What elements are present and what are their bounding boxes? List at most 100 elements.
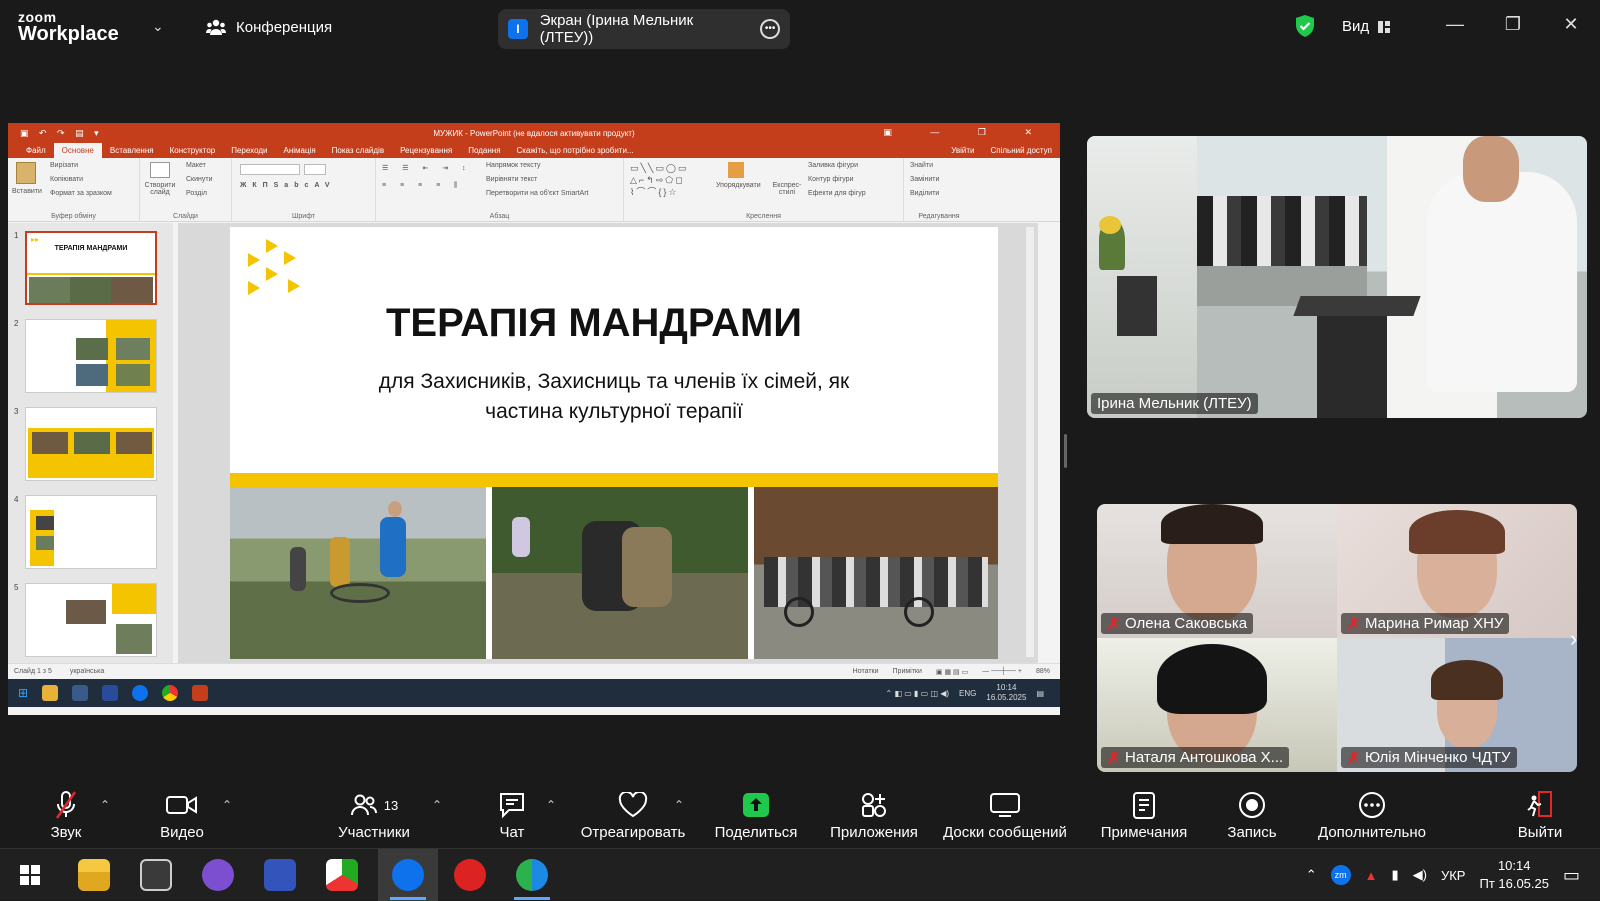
zoom-slider[interactable]: — ──┼── + <box>982 668 1022 676</box>
align-buttons[interactable]: ≡ ≡ ≡ ≡ ⫼ <box>382 182 463 190</box>
section-button[interactable]: Розділ <box>186 190 207 197</box>
menu-animation[interactable]: Анімація <box>275 146 323 155</box>
slide-thumbnail-3[interactable] <box>25 407 157 481</box>
tell-me-search[interactable]: Скажіть, що потрібно зробити... <box>509 146 642 155</box>
menu-transitions[interactable]: Переходи <box>223 146 275 155</box>
new-slide-button[interactable]: Створити слайд <box>142 182 178 196</box>
whiteboards-button[interactable]: Доски сообщений <box>940 790 1070 841</box>
share-screen-button[interactable]: Поделиться <box>714 790 798 841</box>
calculator-icon[interactable] <box>140 859 172 891</box>
zoom-taskbar-icon[interactable] <box>392 859 424 891</box>
speaker-video-tile[interactable]: Ірина Мельник (ЛТЕУ) <box>1087 136 1587 418</box>
slide-editor[interactable]: ТЕРАПІЯ МАНДРАМИ для Захисників, Захисни… <box>178 223 1038 663</box>
participants-button[interactable]: 13 Участники <box>334 790 414 841</box>
participant-tile[interactable]: Олена Саковська <box>1097 504 1337 638</box>
quick-access-toolbar[interactable]: ▣ ↶ ↷ ▤ ▾ <box>20 128 103 139</box>
list-buttons[interactable]: ☰ ☰ ⇤ ⇥ ↕ <box>382 164 472 172</box>
floppy-save-icon[interactable] <box>264 859 296 891</box>
notes-button[interactable]: Примечания <box>1096 790 1192 841</box>
powerpoint-app-icon[interactable] <box>192 685 209 701</box>
video-options-caret-icon[interactable]: ⌃ <box>222 798 232 812</box>
zoom-app-icon[interactable] <box>132 685 149 701</box>
font-name-input[interactable] <box>240 164 300 175</box>
notification-center-icon[interactable]: ▭ <box>1563 865 1580 886</box>
shape-fill-button[interactable]: Заливка фігури <box>808 162 858 169</box>
menu-slideshow[interactable]: Показ слайдів <box>324 146 392 155</box>
panel-resize-handle[interactable] <box>1064 434 1067 468</box>
tray-icons[interactable]: ⌃ ◧ ▭ ▮ ▭ ◫ ◀) <box>886 689 950 698</box>
smartart-button[interactable]: Перетворити на об'єкт SmartArt <box>486 190 589 197</box>
select-button[interactable]: Виділити <box>910 190 939 197</box>
paste-icon[interactable] <box>16 162 36 184</box>
menu-design[interactable]: Конструктор <box>162 146 224 155</box>
cut-button[interactable]: Вирізати <box>50 162 78 169</box>
font-format-buttons[interactable]: ЖКПSabcAV <box>240 182 336 189</box>
audio-button[interactable]: Звук <box>40 790 92 841</box>
file-explorer-icon[interactable] <box>78 859 110 891</box>
current-slide[interactable]: ТЕРАПІЯ МАНДРАМИ для Захисників, Захисни… <box>230 227 998 659</box>
app-icon[interactable] <box>326 859 358 891</box>
minimize-icon[interactable]: — <box>1440 14 1470 35</box>
chrome-icon[interactable] <box>162 685 179 701</box>
taskbar-clock[interactable]: 10:14 Пт 16.05.25 <box>1479 857 1549 893</box>
quick-styles-button[interactable]: Експрес-стилі <box>770 182 804 196</box>
format-painter-button[interactable]: Формат за зразком <box>50 190 112 197</box>
participants-options-caret-icon[interactable]: ⌃ <box>432 798 442 812</box>
align-text-button[interactable]: Вирівняти текст <box>486 176 537 183</box>
participant-tile[interactable]: Наталя Антошкова Х... <box>1097 638 1337 772</box>
apps-button[interactable]: Приложения <box>826 790 922 841</box>
comments-button[interactable]: Примітки <box>893 668 922 676</box>
menu-home[interactable]: Основне <box>53 143 102 158</box>
file-explorer-icon[interactable] <box>42 685 59 701</box>
chevron-down-icon[interactable]: ⌄ <box>152 18 164 35</box>
arrange-icon[interactable] <box>728 162 744 178</box>
share-access-button[interactable]: Спільний доступ <box>982 146 1060 155</box>
tray-app-icon[interactable]: ▲ <box>1365 868 1378 883</box>
encryption-shield-icon[interactable] <box>1294 14 1316 38</box>
slide-thumbnail-1[interactable]: ▸▸ ТЕРАПІЯ МАНДРАМИ <box>25 231 157 305</box>
volume-icon[interactable]: ◀) <box>1413 867 1427 883</box>
video-button[interactable]: Видео <box>156 790 208 841</box>
slide-thumbnail-2[interactable] <box>25 319 157 393</box>
keyboard-language[interactable]: УКР <box>1441 868 1466 883</box>
arrange-button[interactable]: Упорядкувати <box>716 182 761 189</box>
react-options-caret-icon[interactable]: ⌃ <box>674 798 684 812</box>
replace-button[interactable]: Замінити <box>910 176 939 183</box>
find-button[interactable]: Знайти <box>910 162 933 169</box>
windows-start-icon[interactable] <box>14 859 46 891</box>
restore-icon[interactable]: ❐ <box>1498 14 1528 35</box>
record-button[interactable]: Запись <box>1224 790 1280 841</box>
menu-view[interactable]: Подання <box>460 146 508 155</box>
more-button[interactable]: Дополнительно <box>1312 790 1432 841</box>
reset-button[interactable]: Скинути <box>186 176 213 183</box>
inner-clock[interactable]: 10:14 16.05.2025 <box>986 683 1026 703</box>
edge-icon[interactable] <box>516 859 548 891</box>
slide-thumbnail-5[interactable] <box>25 583 157 657</box>
menu-insert[interactable]: Вставлення <box>102 146 162 155</box>
conference-menu[interactable]: Конференция <box>206 18 332 36</box>
opera-icon[interactable] <box>454 859 486 891</box>
chat-button[interactable]: Чат <box>494 790 530 841</box>
shared-screen[interactable]: ▣ ↶ ↷ ▤ ▾ МУЖИК - PowerPoint (не вдалося… <box>8 123 1060 715</box>
layout-button[interactable]: Макет <box>186 162 206 169</box>
paste-button[interactable]: Вставити <box>12 188 42 195</box>
shape-effects-button[interactable]: Ефекти для фігур <box>808 190 866 197</box>
save-app-icon[interactable] <box>102 685 119 701</box>
screen-share-indicator[interactable]: I Экран (Ірина Мельник (ЛТЕУ)) ••• <box>498 9 790 49</box>
zoom-tray-icon[interactable]: zm <box>1330 865 1351 885</box>
view-buttons[interactable]: ▣ ▦ ▤ ▭ <box>936 668 968 676</box>
chat-options-caret-icon[interactable]: ⌃ <box>546 798 556 812</box>
gallery-next-page-icon[interactable]: › <box>1570 626 1577 652</box>
shape-outline-button[interactable]: Контур фігури <box>808 176 853 183</box>
slide-thumbnail-4[interactable] <box>25 495 157 569</box>
leave-button[interactable]: Выйти <box>1512 790 1568 841</box>
text-direction-button[interactable]: Напрямок тексту <box>486 162 541 169</box>
font-size-input[interactable] <box>304 164 326 175</box>
language-indicator[interactable]: українська <box>70 668 104 675</box>
new-slide-icon[interactable] <box>150 162 170 178</box>
zoom-workplace-logo[interactable]: zoom Workplace <box>18 10 119 44</box>
menu-review[interactable]: Рецензування <box>392 146 460 155</box>
copy-button[interactable]: Копіювати <box>50 176 83 183</box>
view-menu[interactable]: Вид <box>1342 18 1391 35</box>
close-icon[interactable]: ✕ <box>1556 14 1586 35</box>
